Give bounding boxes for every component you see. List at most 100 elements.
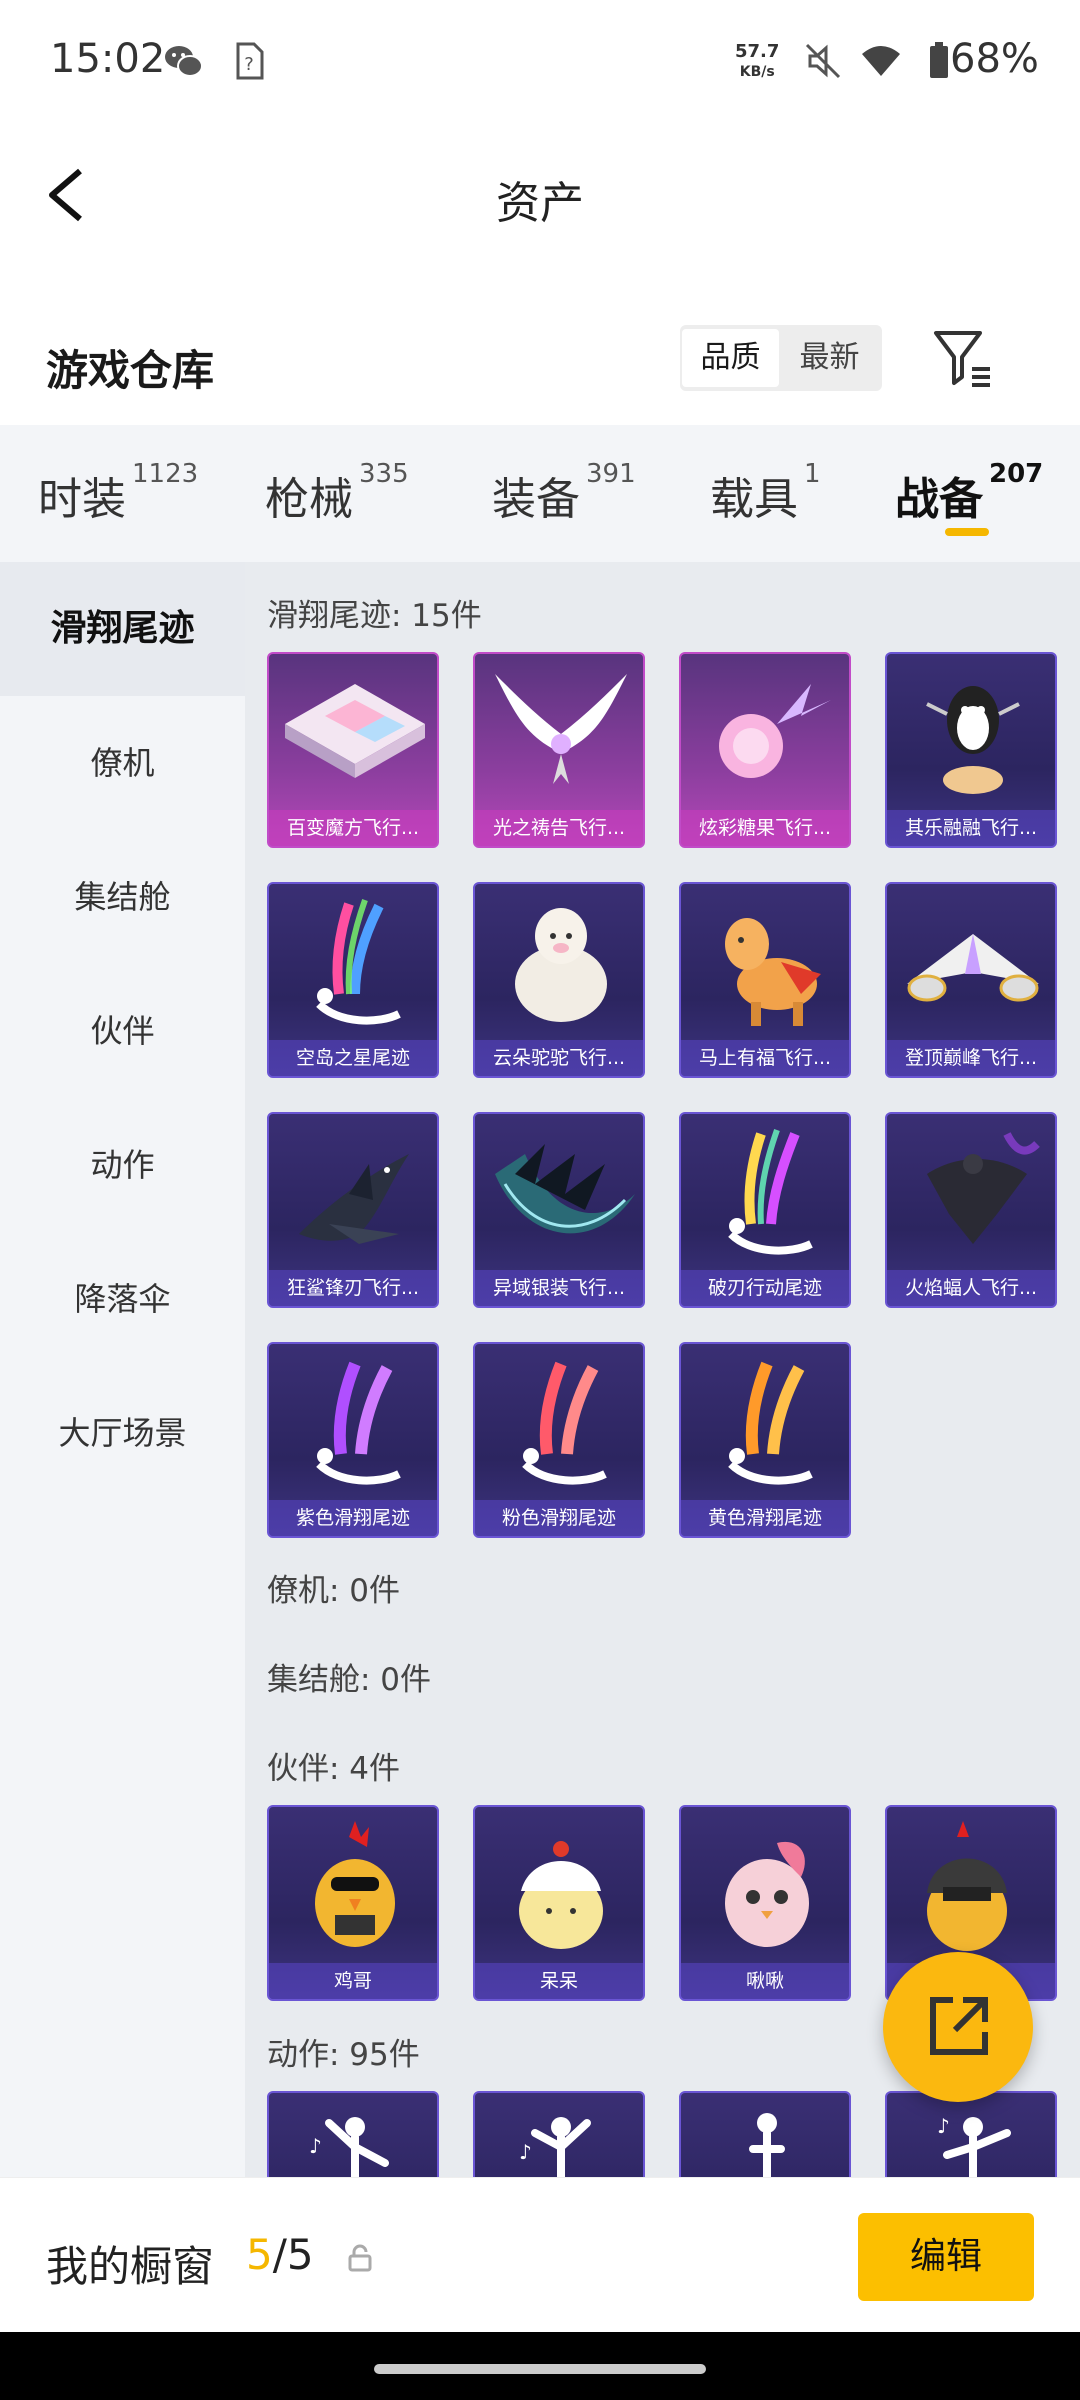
skydiver-smoke-icon: [728, 1361, 813, 1485]
penguin-icon: [926, 686, 1020, 794]
tab-guns[interactable]: 枪械 335: [265, 459, 409, 527]
section-heading-capsule: 集结舱: 0件: [267, 1662, 432, 1698]
section-heading-emote: 动作: 95件: [267, 2037, 420, 2073]
item-card[interactable]: 炫彩糖果飞行...: [679, 652, 851, 848]
sidebar: 滑翔尾迹 僚机 集结舱 伙伴 动作 降落伞 大厅场景: [0, 562, 245, 2177]
item-card[interactable]: 异域银装飞行...: [473, 1112, 645, 1308]
item-label: 粉色滑翔尾迹: [475, 1500, 643, 1536]
sidebar-item-parachute[interactable]: 降落伞: [0, 1232, 245, 1366]
item-card[interactable]: 空岛之星尾迹: [267, 882, 439, 1078]
svg-text:♪: ♪: [519, 2140, 532, 2164]
tab-fashion[interactable]: 时装 1123: [38, 459, 198, 527]
item-card[interactable]: 鸡哥: [267, 1805, 439, 2001]
item-card[interactable]: 粉色滑翔尾迹: [473, 1342, 645, 1538]
candy-icon: [719, 684, 831, 778]
sidebar-item-glide-trail[interactable]: 滑翔尾迹: [0, 562, 245, 696]
status-time: 15:02: [50, 36, 166, 82]
item-card[interactable]: 火焰蝠人飞行...: [885, 1112, 1057, 1308]
tab-vehicles[interactable]: 载具 1: [710, 459, 821, 527]
wechat-icon: [165, 46, 203, 77]
sidebar-item-emote[interactable]: 动作: [0, 1098, 245, 1232]
item-card[interactable]: 呆呆: [473, 1805, 645, 2001]
item-card[interactable]: [679, 2091, 851, 2177]
item-card[interactable]: 黄色滑翔尾迹: [679, 1342, 851, 1538]
sim-unknown-icon: ?: [236, 42, 264, 80]
sidebar-item-companion[interactable]: 伙伴: [0, 964, 245, 1098]
net-speed: 57.7 KB/s: [735, 41, 780, 81]
filter-icon[interactable]: [930, 325, 996, 391]
dance-pose-icon: ♪: [937, 2114, 1011, 2177]
skydiver-smoke-icon: [522, 1361, 607, 1485]
nav-bar: 资产: [0, 125, 1080, 265]
tab-combat-gear[interactable]: 战备 207: [895, 459, 1043, 527]
item-card[interactable]: 狂鲨锋刃飞行...: [267, 1112, 439, 1308]
item-label: 黄色滑翔尾迹: [681, 1500, 849, 1536]
edit-button[interactable]: 编辑: [858, 2213, 1034, 2301]
section-heading-glide-trail: 滑翔尾迹: 15件: [267, 598, 482, 634]
mute-icon: [805, 43, 841, 79]
item-label: 狂鲨锋刃飞行...: [269, 1270, 437, 1306]
alpaca-icon: [515, 908, 607, 1022]
svg-text:♪: ♪: [937, 2114, 950, 2138]
item-label: 异域银装飞行...: [475, 1270, 643, 1306]
blade-wing-icon: [495, 1144, 635, 1234]
item-card[interactable]: 云朵驼驼飞行...: [473, 882, 645, 1078]
item-card[interactable]: ♪: [473, 2091, 645, 2177]
item-card[interactable]: 其乐融融飞行...: [885, 652, 1057, 848]
sidebar-item-lobby-scene[interactable]: 大厅场景: [0, 1366, 245, 1500]
section-heading-companion: 伙伴: 4件: [267, 1751, 401, 1787]
battery-level: 68%: [950, 36, 1039, 82]
skydiver-smoke-icon: [728, 1129, 813, 1255]
section-heading-wingman: 僚机: 0件: [267, 1573, 401, 1609]
item-label: 啾啾: [681, 1963, 849, 1999]
rubik-pad-icon: [285, 684, 425, 778]
item-card[interactable]: 马上有福飞行...: [679, 882, 851, 1078]
item-label: 登顶巅峰飞行...: [887, 1040, 1055, 1076]
dance-pose-icon: [749, 2113, 785, 2177]
jet-icon: [907, 934, 1039, 1002]
sidebar-item-wingman[interactable]: 僚机: [0, 696, 245, 830]
shark-icon: [299, 1154, 409, 1244]
chick-icon: [519, 1841, 603, 1949]
showcase-label: 我的橱窗: [46, 2242, 215, 2291]
dance-pose-icon: ♪: [519, 2117, 591, 2177]
pony-icon: [725, 918, 821, 1026]
skydiver-smoke-icon: [316, 1361, 401, 1485]
item-label: 百变魔方飞行...: [269, 810, 437, 846]
share-export-icon: [930, 1997, 988, 2055]
tab-equipment[interactable]: 装备 391: [492, 459, 636, 527]
item-label: 其乐融融飞行...: [887, 810, 1055, 846]
item-card[interactable]: ♪: [267, 2091, 439, 2177]
item-card[interactable]: ♪: [885, 2091, 1057, 2177]
item-card[interactable]: 光之祷告飞行...: [473, 652, 645, 848]
svg-text:♪: ♪: [309, 2134, 322, 2158]
category-tabs: 时装 1123 枪械 335 装备 391 载具 1 战备 207: [0, 425, 1080, 562]
dance-pose-icon: ♪: [309, 2117, 389, 2177]
sidebar-item-capsule[interactable]: 集结舱: [0, 830, 245, 964]
helmet-chicken-icon: [927, 1821, 1007, 1951]
item-label: 紫色滑翔尾迹: [269, 1500, 437, 1536]
item-card[interactable]: 紫色滑翔尾迹: [267, 1342, 439, 1538]
item-label: 光之祷告飞行...: [475, 810, 643, 846]
item-label: 火焰蝠人飞行...: [887, 1270, 1055, 1306]
home-indicator[interactable]: [374, 2364, 706, 2374]
item-card[interactable]: 破刃行动尾迹: [679, 1112, 851, 1308]
item-label: 破刃行动尾迹: [681, 1270, 849, 1306]
item-card[interactable]: 啾啾: [679, 1805, 851, 2001]
sort-quality-button[interactable]: 品质: [682, 329, 779, 387]
system-nav-bar: [0, 2332, 1080, 2400]
skydiver-smoke-icon: [316, 899, 401, 1025]
svg-text:?: ?: [244, 54, 254, 75]
item-card[interactable]: 登顶巅峰飞行...: [885, 882, 1057, 1078]
page-title: 资产: [496, 178, 584, 229]
lock-icon: [348, 2244, 372, 2272]
sort-newest-button[interactable]: 最新: [781, 329, 878, 387]
sort-toggle: 品质 最新: [680, 325, 882, 391]
showcase-count: 5/5: [246, 2230, 314, 2279]
share-fab[interactable]: [883, 1952, 1033, 2102]
item-label: 鸡哥: [269, 1963, 437, 1999]
item-label: 云朵驼驼飞行...: [475, 1040, 643, 1076]
active-tab-indicator: [945, 528, 989, 536]
item-card[interactable]: 百变魔方飞行...: [267, 652, 439, 848]
bird-icon: [725, 1841, 809, 1947]
